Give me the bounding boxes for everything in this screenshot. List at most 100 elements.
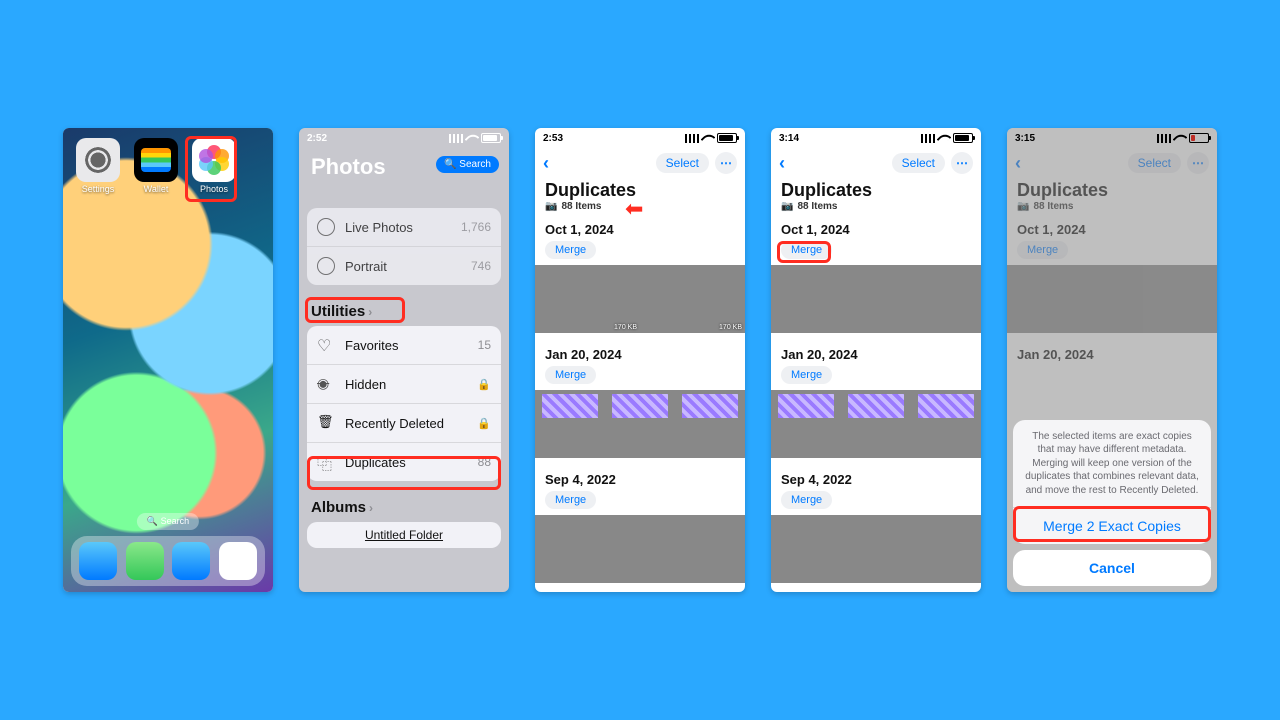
thumbnail[interactable] bbox=[605, 390, 675, 458]
back-button[interactable]: ‹ bbox=[779, 153, 785, 174]
row-recently-deleted[interactable]: Recently Deleted 🔒 bbox=[307, 403, 501, 442]
thumbnail[interactable] bbox=[535, 390, 605, 458]
app-photos[interactable]: Photos bbox=[189, 138, 239, 194]
thumbnail[interactable] bbox=[771, 265, 876, 333]
merge-button[interactable]: Merge bbox=[781, 241, 832, 259]
status-time: 3:15 bbox=[1015, 133, 1035, 144]
chevron-right-icon: › bbox=[368, 305, 372, 319]
app-label: Settings bbox=[82, 184, 115, 194]
section-utilities[interactable]: Utilities › bbox=[299, 297, 509, 326]
app-wallet[interactable]: Wallet bbox=[131, 138, 181, 194]
signal-icon bbox=[921, 134, 935, 143]
nav-title: Photos bbox=[311, 154, 386, 180]
spotlight-search[interactable]: 🔍 Search bbox=[137, 513, 199, 530]
thumbnail bbox=[1112, 265, 1217, 333]
merge-button[interactable]: Merge bbox=[781, 491, 832, 509]
settings-icon bbox=[76, 138, 120, 182]
date-header: Sep 4, 2022 bbox=[771, 462, 981, 489]
duplicates-icon bbox=[317, 453, 335, 471]
wifi-icon bbox=[1174, 134, 1186, 143]
screenshot-photos-utilities: 2:52 Photos 🔍 Search Live Photos 1,766 P… bbox=[299, 128, 509, 592]
more-button[interactable]: ⋯ bbox=[951, 152, 973, 174]
signal-icon bbox=[685, 134, 699, 143]
status-time: 3:14 bbox=[779, 133, 799, 144]
home-app-icon[interactable] bbox=[219, 542, 257, 580]
row-portrait[interactable]: Portrait 746 bbox=[307, 246, 501, 285]
back-button[interactable]: ‹ bbox=[543, 153, 549, 174]
date-header: Jan 20, 2024 bbox=[1007, 337, 1217, 364]
status-bar: 3:15 bbox=[1007, 128, 1217, 148]
thumbnail[interactable] bbox=[876, 515, 981, 583]
date-header: Oct 1, 2024 bbox=[771, 212, 981, 239]
action-sheet: The selected items are exact copies that… bbox=[1013, 420, 1211, 587]
merge-button[interactable]: Merge bbox=[781, 366, 832, 384]
merge-button[interactable]: Merge bbox=[545, 366, 596, 384]
merge-button[interactable]: Merge bbox=[1017, 241, 1068, 259]
section-albums[interactable]: Albums › bbox=[299, 493, 509, 522]
hidden-icon bbox=[317, 375, 335, 393]
wallet-icon bbox=[134, 138, 178, 182]
tutorial-stage: Settings Wallet Photos 🔍 Search bbox=[0, 0, 1280, 720]
status-time: 2:53 bbox=[543, 133, 563, 144]
lock-icon: 🔒 bbox=[477, 417, 491, 430]
home-wallpaper: Settings Wallet Photos 🔍 Search bbox=[63, 128, 273, 592]
more-button[interactable]: ⋯ bbox=[715, 152, 737, 174]
mail-icon[interactable] bbox=[172, 542, 210, 580]
thumbnail[interactable] bbox=[640, 515, 745, 583]
row-live-photos[interactable]: Live Photos 1,766 bbox=[307, 208, 501, 246]
live-photos-icon bbox=[317, 218, 335, 236]
status-time: 2:52 bbox=[307, 133, 327, 144]
app-settings[interactable]: Settings bbox=[73, 138, 123, 194]
row-count: 88 bbox=[478, 455, 491, 469]
search-button[interactable]: 🔍 Search bbox=[436, 156, 499, 173]
thumbnail[interactable] bbox=[535, 515, 640, 583]
battery-icon bbox=[717, 133, 737, 143]
section-label: Albums bbox=[311, 499, 366, 516]
chevron-right-icon: › bbox=[369, 501, 373, 515]
battery-low-icon bbox=[1189, 133, 1209, 143]
page-title: Duplicates bbox=[1007, 180, 1217, 201]
thumbnail[interactable]: 170 KB bbox=[535, 265, 640, 333]
merge-button[interactable]: Merge bbox=[545, 241, 596, 259]
row-duplicates[interactable]: Duplicates 88 bbox=[307, 442, 501, 481]
merge-exact-copies-button[interactable]: Merge 2 Exact Copies bbox=[1013, 507, 1211, 544]
thumbnail[interactable] bbox=[911, 390, 981, 458]
date-header: Jan 20, 2024 bbox=[771, 337, 981, 364]
dock bbox=[71, 536, 265, 586]
thumbnail bbox=[1007, 265, 1112, 333]
select-button[interactable]: Select bbox=[656, 153, 709, 173]
thumbnail[interactable] bbox=[771, 515, 876, 583]
battery-icon bbox=[953, 133, 973, 143]
phone-icon[interactable] bbox=[126, 542, 164, 580]
merge-button[interactable]: Merge bbox=[545, 491, 596, 509]
back-button[interactable]: ‹ bbox=[1015, 153, 1021, 174]
portrait-icon bbox=[317, 257, 335, 275]
row-label: Recently Deleted bbox=[345, 416, 444, 431]
page-title: Duplicates bbox=[771, 180, 981, 201]
row-label: Duplicates bbox=[345, 455, 406, 470]
row-count: 15 bbox=[478, 338, 491, 352]
more-button[interactable]: ⋯ bbox=[1187, 152, 1209, 174]
thumbnail[interactable] bbox=[876, 265, 981, 333]
thumbnail[interactable]: 170 KB bbox=[640, 265, 745, 333]
select-button[interactable]: Select bbox=[1128, 153, 1181, 173]
row-label: Live Photos bbox=[345, 220, 413, 235]
select-button[interactable]: Select bbox=[892, 153, 945, 173]
heart-icon bbox=[317, 336, 335, 354]
cancel-button[interactable]: Cancel bbox=[1013, 550, 1211, 586]
thumbnail[interactable] bbox=[841, 390, 911, 458]
status-bar: 3:14 bbox=[771, 128, 981, 148]
screenshot-home: Settings Wallet Photos 🔍 Search bbox=[63, 128, 273, 592]
row-favorites[interactable]: Favorites 15 bbox=[307, 326, 501, 364]
album-untitled[interactable]: Untitled Folder bbox=[307, 522, 501, 548]
date-header: Sep 4, 2022 bbox=[535, 462, 745, 489]
item-count: 📷 88 Items bbox=[771, 201, 981, 212]
row-label: Favorites bbox=[345, 338, 398, 353]
app-label: Wallet bbox=[144, 184, 169, 194]
safari-icon[interactable] bbox=[79, 542, 117, 580]
row-count: 1,766 bbox=[461, 220, 491, 234]
thumbnail[interactable] bbox=[675, 390, 745, 458]
thumbnail[interactable] bbox=[771, 390, 841, 458]
status-bar: 2:53 bbox=[535, 128, 745, 148]
row-hidden[interactable]: Hidden 🔒 bbox=[307, 364, 501, 403]
